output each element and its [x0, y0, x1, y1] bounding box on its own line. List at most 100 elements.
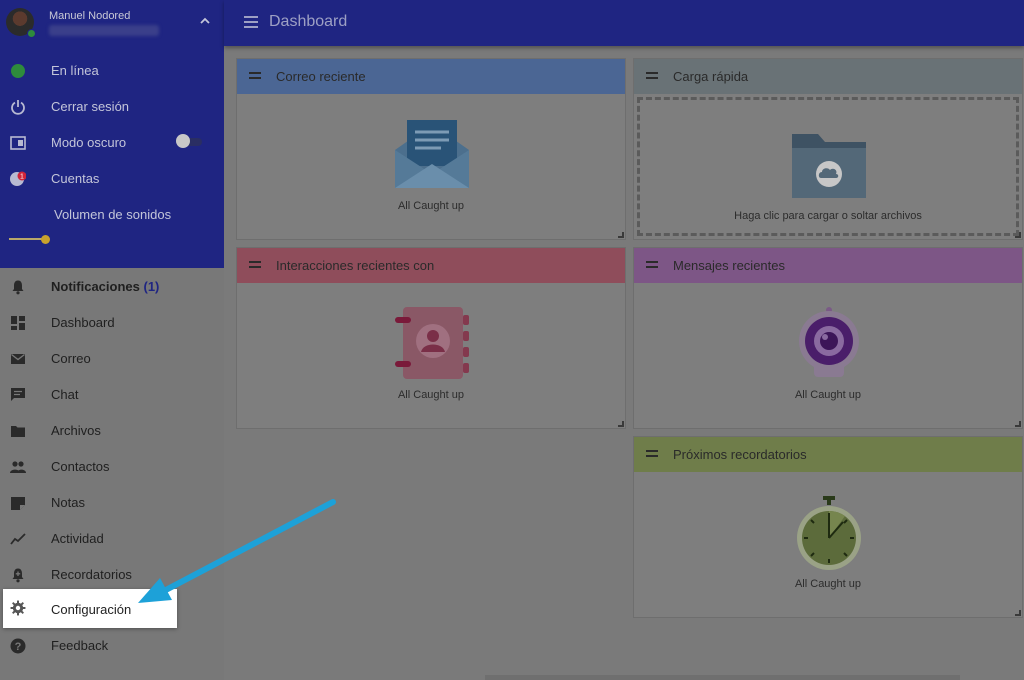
reminder-bell-icon [12, 568, 24, 583]
account-panel: Manuel Nodored En línea Cerrar sesión Mo… [0, 0, 224, 268]
gear-icon [10, 600, 26, 616]
menu-item-online[interactable]: En línea [0, 52, 224, 88]
accounts-icon: 1 [10, 171, 26, 186]
widget-caption: All Caught up [794, 389, 862, 401]
menu-item-label: En línea [51, 63, 99, 78]
resize-handle[interactable] [618, 232, 624, 238]
widget-body: Haga clic para cargar o soltar archivos [634, 94, 1022, 239]
help-icon: ? [10, 638, 26, 654]
sidebar: Manuel Nodored En línea Cerrar sesión Mo… [0, 0, 224, 680]
nav-item-dashboard[interactable]: Dashboard [0, 305, 224, 341]
nav-item-label: Notas [51, 495, 85, 510]
slider-rail [9, 238, 45, 240]
nav-item-chat[interactable]: Chat [0, 377, 224, 413]
widget-caption: All Caught up [397, 389, 465, 401]
toggle-knob [176, 134, 190, 148]
online-status-icon [11, 64, 25, 78]
widget-body: All Caught up [237, 283, 625, 428]
nav-item-label: Dashboard [51, 315, 115, 330]
nav-item-notifications[interactable]: Notificaciones (1) [0, 269, 224, 305]
resize-handle[interactable] [1015, 610, 1021, 616]
widget-upcoming-reminders: Próximos recordatorios All Caught up [633, 436, 1023, 618]
widget-recent-interactions: Interacciones recientes con All Caught u… [236, 247, 626, 429]
slider-thumb[interactable] [41, 235, 50, 244]
webcam-icon [799, 307, 859, 377]
drag-handle-icon[interactable] [646, 450, 658, 457]
widget-title: Mensajes recientes [673, 258, 785, 273]
notifications-label: Notificaciones [51, 279, 140, 294]
widget-header[interactable]: Próximos recordatorios [634, 437, 1022, 472]
widget-body: All Caught up [634, 472, 1022, 617]
svg-text:1: 1 [20, 174, 24, 181]
widget-title: Próximos recordatorios [673, 447, 807, 462]
folder-icon [11, 426, 25, 437]
resize-handle[interactable] [1015, 421, 1021, 427]
dashboard-icon [11, 316, 25, 330]
user-email-blurred [49, 25, 159, 36]
user-header[interactable]: Manuel Nodored [0, 0, 224, 46]
drag-handle-icon[interactable] [646, 72, 658, 79]
nav-item-label: Feedback [51, 638, 109, 653]
menu-item-accounts[interactable]: 1 Cuentas [0, 160, 224, 196]
widget-title: Correo reciente [276, 69, 366, 84]
volume-label: Volumen de sonidos [54, 207, 172, 222]
nav-item-reminders[interactable]: Recordatorios [0, 557, 224, 593]
nav-item-label: Notificaciones (1) [51, 279, 159, 294]
upload-caption: Haga clic para cargar o soltar archivos [734, 210, 922, 222]
nav-item-settings[interactable]: Configuración [3, 589, 177, 628]
nav-item-label: Archivos [51, 423, 101, 438]
chevron-up-icon[interactable] [198, 14, 212, 28]
chat-icon [11, 388, 25, 401]
stopwatch-icon [797, 496, 861, 570]
nav-item-files[interactable]: Archivos [0, 413, 224, 449]
volume-slider[interactable] [9, 232, 69, 246]
widget-caption: All Caught up [794, 578, 862, 590]
widget-body: All Caught up [237, 94, 625, 239]
widget-header[interactable]: Carga rápida [634, 59, 1022, 94]
activity-icon [10, 533, 26, 545]
cloud-folder-icon [792, 134, 866, 198]
nav-item-label: Contactos [51, 459, 110, 474]
nav-item-contacts[interactable]: Contactos [0, 449, 224, 485]
menu-item-label: Cerrar sesión [51, 99, 130, 114]
menu-item-label: Cuentas [51, 171, 100, 186]
drag-handle-icon[interactable] [646, 261, 658, 268]
widget-header[interactable]: Correo reciente [237, 59, 625, 94]
note-icon [11, 497, 25, 510]
widget-body: All Caught up [634, 283, 1022, 428]
nav-item-label: Chat [51, 387, 79, 402]
menu-item-label: Modo oscuro [51, 135, 127, 150]
menu-item-logout[interactable]: Cerrar sesión [0, 88, 224, 124]
nav-item-feedback[interactable]: ? Feedback [0, 628, 224, 664]
drag-handle-icon[interactable] [249, 261, 261, 268]
widget-header[interactable]: Interacciones recientes con [237, 248, 625, 283]
hamburger-menu-icon[interactable] [244, 16, 258, 28]
nav-item-activity[interactable]: Actividad [0, 521, 224, 557]
nav-item-label: Recordatorios [51, 567, 132, 582]
nav-item-label: Configuración [51, 602, 132, 617]
nav-item-notes[interactable]: Notas [0, 485, 224, 521]
resize-handle[interactable] [618, 421, 624, 427]
resize-handle[interactable] [1015, 232, 1021, 238]
dark-mode-toggle[interactable] [176, 134, 204, 148]
svg-text:?: ? [15, 641, 22, 653]
bell-icon [12, 280, 24, 295]
widget-header[interactable]: Mensajes recientes [634, 248, 1022, 283]
widget-title: Interacciones recientes con [276, 258, 435, 273]
power-icon [11, 100, 25, 115]
nav-item-label: Actividad [51, 531, 104, 546]
notifications-count: (1) [143, 279, 160, 294]
horizontal-scrollbar[interactable] [485, 675, 960, 680]
widget-caption: All Caught up [397, 200, 465, 212]
widget-title: Carga rápida [673, 69, 749, 84]
top-bar: Dashboard [224, 0, 1024, 46]
widget-recent-messages: Mensajes recientes All Caught up [633, 247, 1023, 429]
contacts-icon [10, 461, 26, 473]
nav-item-label: Correo [51, 351, 91, 366]
widget-quick-upload: Carga rápida Haga clic para cargar o sol… [633, 58, 1023, 240]
page-title: Dashboard [269, 13, 348, 30]
nav-item-mail[interactable]: Correo [0, 341, 224, 377]
address-book-icon [395, 307, 469, 379]
online-status-dot [27, 29, 36, 38]
drag-handle-icon[interactable] [249, 72, 261, 79]
